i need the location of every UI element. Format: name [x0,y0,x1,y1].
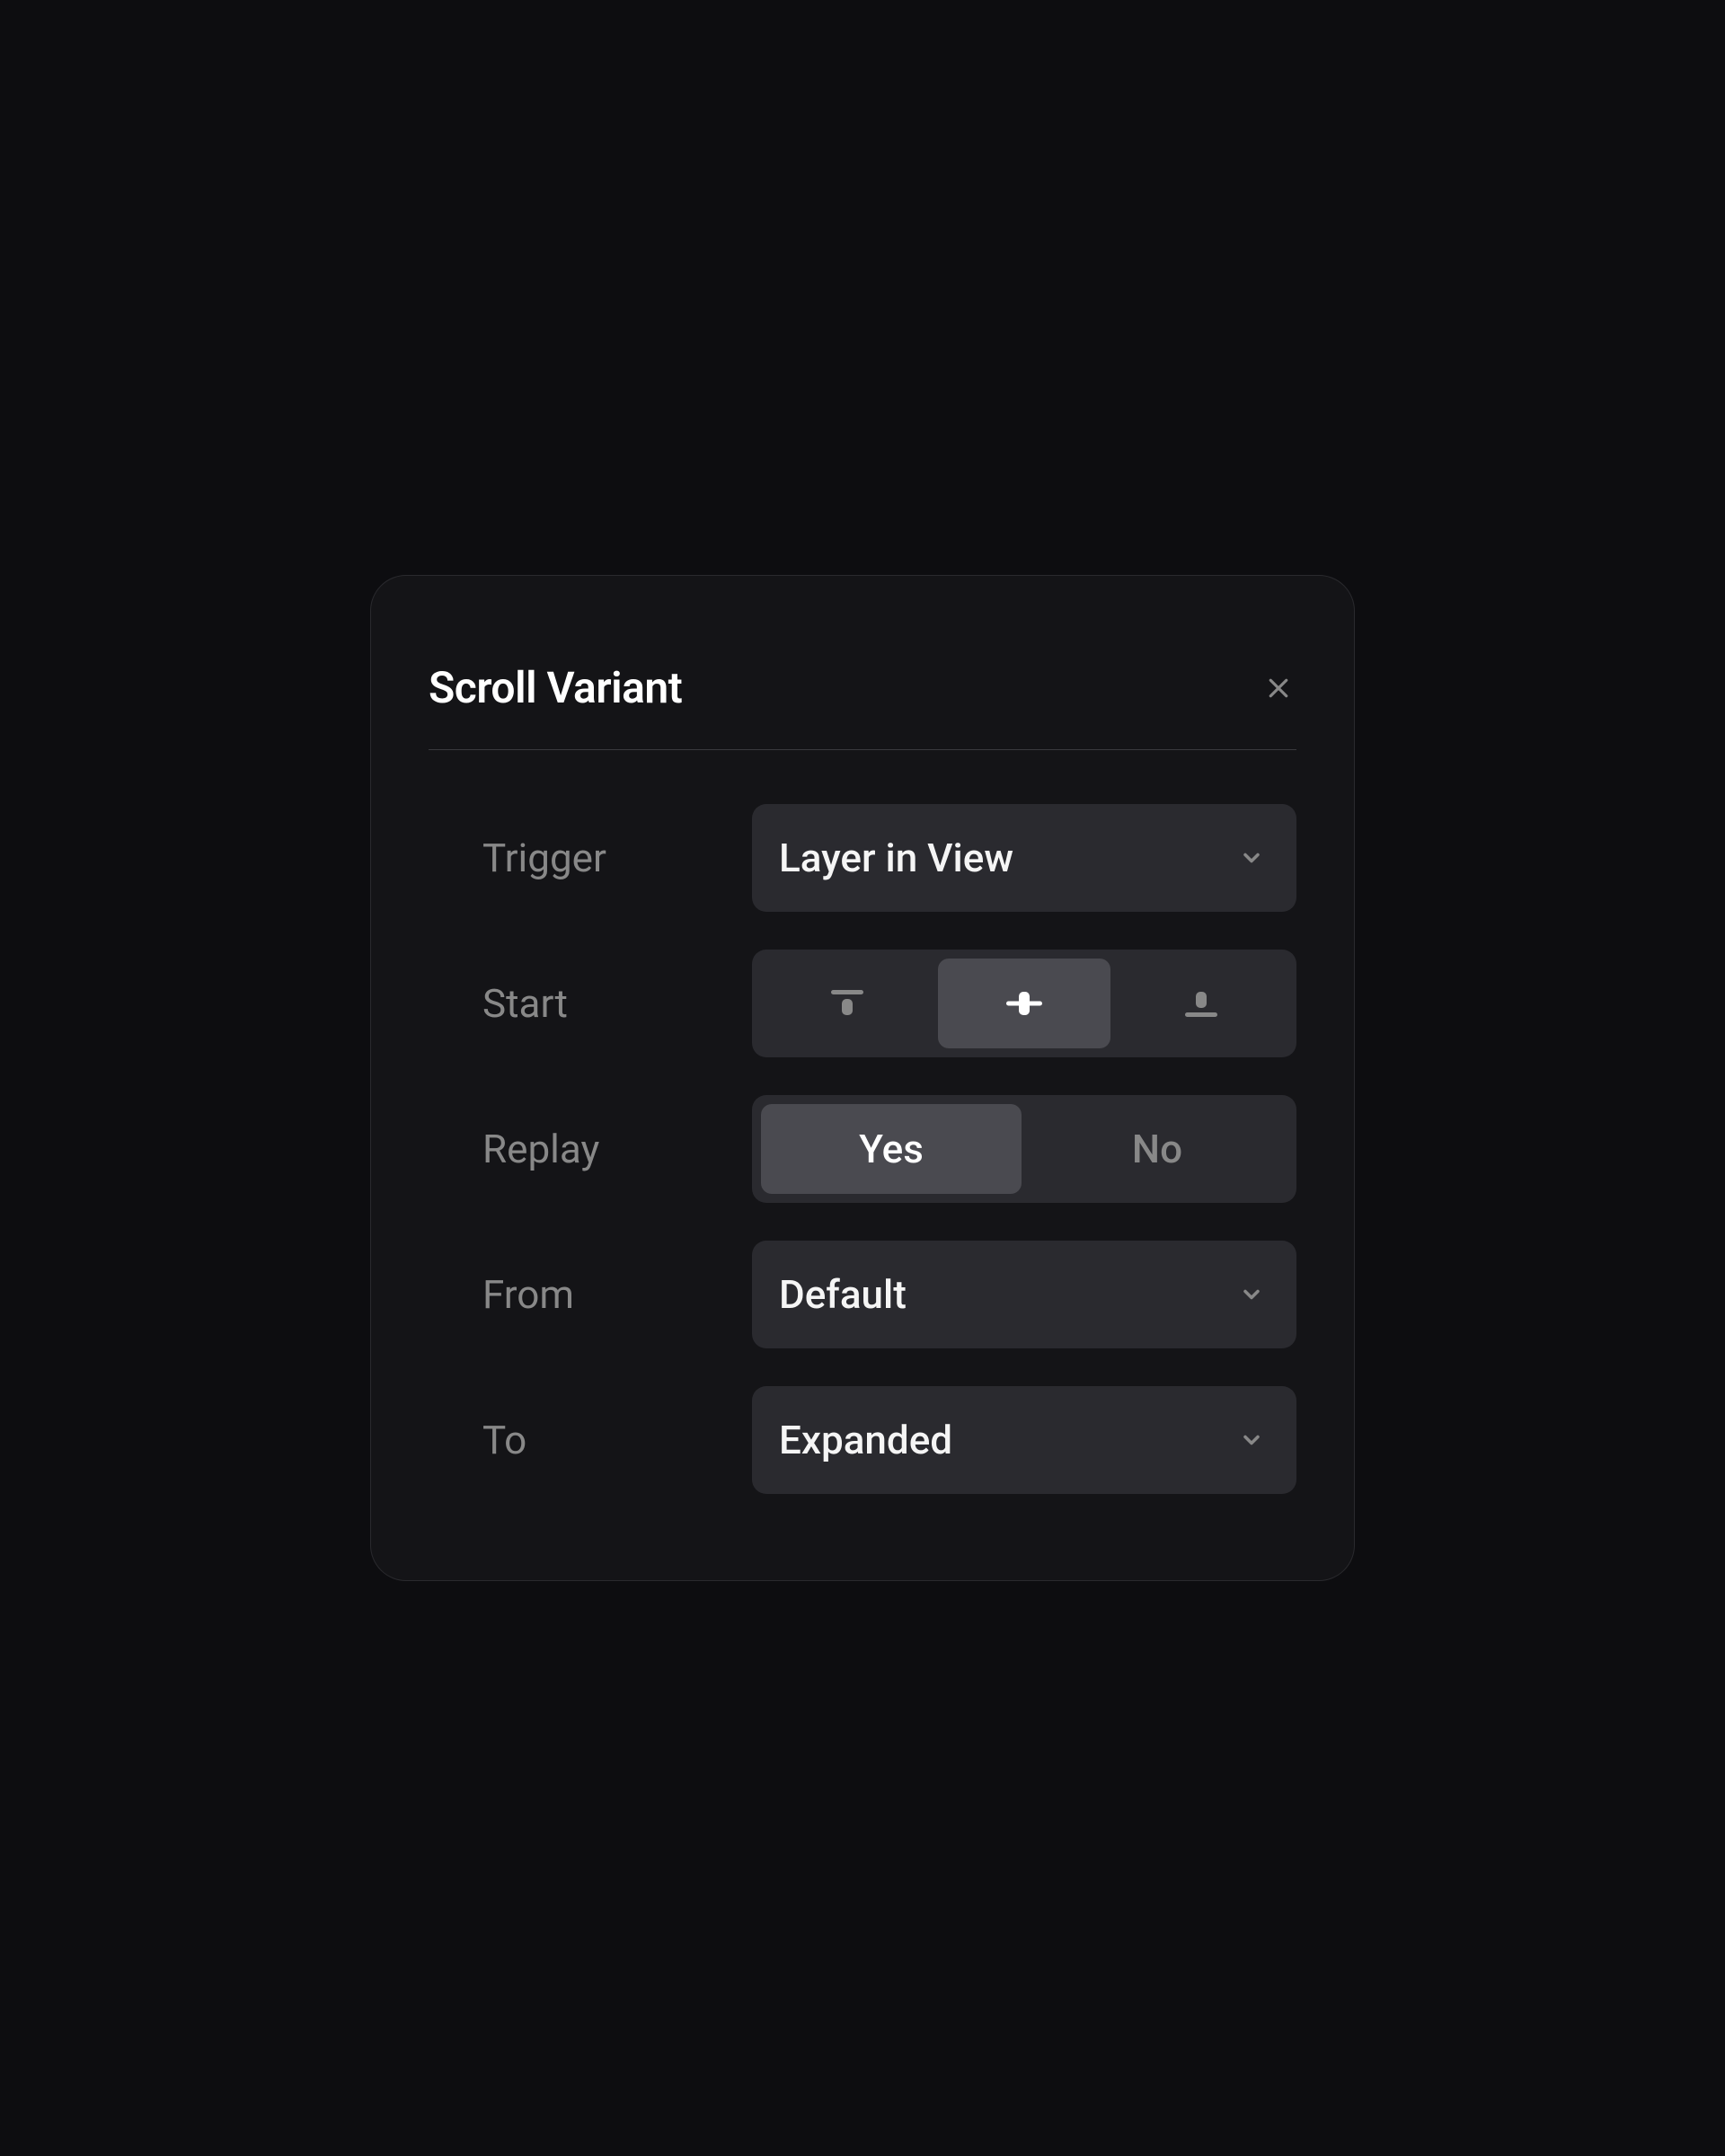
to-value: Expanded [779,1417,952,1463]
scroll-variant-panel: Scroll Variant Trigger Layer in View Sta… [370,575,1355,1581]
trigger-label: Trigger [482,835,752,881]
start-row: Start [429,950,1296,1057]
to-select[interactable]: Expanded [752,1386,1296,1494]
start-bottom-button[interactable] [1116,959,1287,1048]
from-row: From Default [429,1241,1296,1348]
to-row: To Expanded [429,1386,1296,1494]
align-bottom-icon [1180,988,1223,1019]
align-top-icon [826,988,869,1019]
start-segment [752,950,1296,1057]
panel-header: Scroll Variant [429,662,1296,750]
replay-no-button[interactable]: No [1027,1104,1287,1194]
replay-yes-button[interactable]: Yes [761,1104,1022,1194]
replay-segment: Yes No [752,1095,1296,1203]
from-label: From [482,1271,752,1318]
chevron-down-icon [1239,1282,1264,1307]
trigger-select[interactable]: Layer in View [752,804,1296,912]
from-value: Default [779,1271,907,1318]
close-button[interactable] [1261,670,1296,706]
chevron-down-icon [1239,845,1264,870]
start-top-button[interactable] [761,959,933,1048]
start-label: Start [482,980,752,1027]
to-label: To [482,1417,752,1463]
close-icon [1265,675,1292,702]
from-select[interactable]: Default [752,1241,1296,1348]
start-center-button[interactable] [938,959,1110,1048]
replay-row: Replay Yes No [429,1095,1296,1203]
panel-title: Scroll Variant [429,662,682,713]
align-center-icon [1003,988,1046,1019]
trigger-row: Trigger Layer in View [429,804,1296,912]
replay-label: Replay [482,1126,752,1172]
trigger-value: Layer in View [779,835,1013,881]
chevron-down-icon [1239,1427,1264,1453]
